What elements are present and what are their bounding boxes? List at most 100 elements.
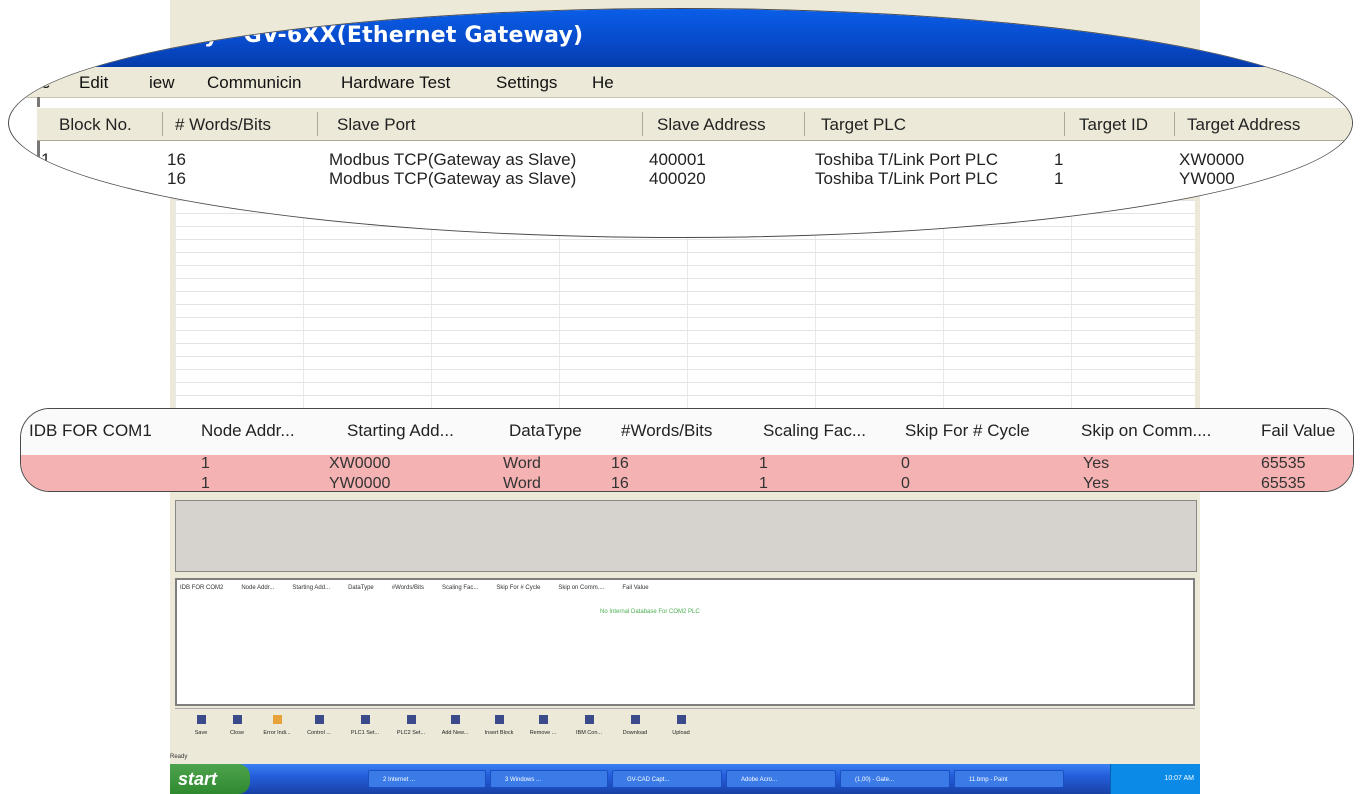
col-idb-for-com1[interactable]: IDB FOR COM1: [29, 421, 152, 441]
cell-target-id[interactable]: 1: [1054, 150, 1063, 170]
close-button[interactable]: Close: [215, 713, 259, 749]
menu-hardware-test[interactable]: Hardware Test: [341, 73, 450, 93]
cell-scaling[interactable]: 1: [759, 455, 768, 473]
col-fail-value[interactable]: Fail Value: [1261, 421, 1335, 441]
com2-col[interactable]: Node Addr...: [241, 585, 274, 599]
cell-words[interactable]: 16: [611, 475, 629, 491]
col-target-address[interactable]: Target Address: [1187, 115, 1300, 135]
cell-slave-address[interactable]: 400020: [649, 169, 706, 189]
control-button[interactable]: Control ...: [297, 713, 341, 749]
col-skip-on-comm[interactable]: Skip on Comm....: [1081, 421, 1211, 441]
insert-block-button[interactable]: Insert Block: [477, 713, 521, 749]
cell-scaling[interactable]: 1: [759, 475, 768, 491]
cell-fail[interactable]: 65535: [1261, 475, 1306, 491]
zoom-ellipse-block-table: eway - GV-6XX(Ethernet Gateway) e Edit i…: [8, 8, 1353, 238]
cell-target-address[interactable]: XW0000: [1179, 150, 1244, 170]
col-node-address[interactable]: Node Addr...: [201, 421, 295, 441]
col-slave-port[interactable]: Slave Port: [337, 115, 415, 135]
col-datatype[interactable]: DataType: [509, 421, 582, 441]
menu-settings[interactable]: Settings: [496, 73, 557, 93]
menu-communication[interactable]: Communicin: [207, 73, 301, 93]
com2-col[interactable]: DataType: [348, 585, 374, 599]
wrench-icon: [314, 715, 324, 724]
remove-button[interactable]: Remove ...: [521, 713, 565, 749]
cell-block-no[interactable]: 1: [41, 150, 50, 170]
com2-col[interactable]: Skip For # Cycle: [496, 585, 540, 599]
cell-target-id[interactable]: 1: [1054, 169, 1063, 189]
cell-skip[interactable]: 0: [901, 475, 910, 491]
menu-edit[interactable]: Edit: [79, 73, 108, 93]
zoom-box-idb-table: IDB FOR COM1 Node Addr... Starting Add..…: [20, 408, 1354, 492]
col-scaling-factor[interactable]: Scaling Fac...: [763, 421, 866, 441]
taskbar-item[interactable]: 2 Internet ...: [368, 770, 486, 788]
taskbar-item[interactable]: (1,00) - Gate...: [840, 770, 950, 788]
cell-words[interactable]: 16: [167, 150, 186, 170]
col-words-bits[interactable]: # Words/Bits: [175, 115, 271, 135]
insert-icon: [494, 715, 504, 724]
cell-target-plc[interactable]: Toshiba T/Link Port PLC: [815, 169, 998, 189]
com2-empty-message: No Internal Database For COM2 PLC: [600, 609, 700, 615]
col-target-id[interactable]: Target ID: [1079, 115, 1148, 135]
menu-file[interactable]: e: [41, 73, 50, 93]
idb-grid-empty-area: [175, 500, 1197, 572]
warning-icon: [272, 715, 282, 724]
cell-words[interactable]: 16: [611, 455, 629, 473]
col-block-no[interactable]: Block No.: [59, 115, 132, 135]
menu-help[interactable]: He: [592, 73, 614, 93]
cell-target-address[interactable]: YW000: [1179, 169, 1235, 189]
taskbar-item[interactable]: 3 Windows ...: [490, 770, 608, 788]
cell-skip[interactable]: 0: [901, 455, 910, 473]
cell-type[interactable]: Word: [503, 475, 541, 491]
plc2-settings-button[interactable]: PLC2 Set...: [389, 713, 433, 749]
com2-col[interactable]: Fail Value: [622, 585, 648, 599]
save-icon: [196, 715, 206, 724]
cell-skip-comm[interactable]: Yes: [1083, 475, 1109, 491]
error-indicator-button[interactable]: Error Indi...: [255, 713, 299, 749]
cell-fail[interactable]: 65535: [1261, 455, 1306, 473]
col-slave-address[interactable]: Slave Address: [657, 115, 766, 135]
upload-button[interactable]: Upload: [659, 713, 703, 749]
plc1-settings-button[interactable]: PLC1 Set...: [343, 713, 387, 749]
add-new-button[interactable]: Add New...: [433, 713, 477, 749]
plc-icon: [406, 715, 416, 724]
col-target-plc[interactable]: Target PLC: [821, 115, 906, 135]
ibm-con-button[interactable]: IBM Con...: [567, 713, 611, 749]
menu-view[interactable]: iew: [149, 73, 175, 93]
download-button[interactable]: Download: [613, 713, 657, 749]
start-button[interactable]: start: [170, 764, 250, 794]
col-words-bits[interactable]: #Words/Bits: [621, 421, 712, 441]
com2-col[interactable]: IDB FOR COM2: [180, 585, 223, 599]
idb-row[interactable]: 1 YW0000 Word 16 1 0 Yes 65535: [21, 475, 1353, 491]
remove-icon: [538, 715, 548, 724]
cell-target-plc[interactable]: Toshiba T/Link Port PLC: [815, 150, 998, 170]
toolbar: Save Close Error Indi... Control ... PLC…: [175, 708, 1195, 753]
cell-start[interactable]: XW0000: [329, 455, 390, 473]
plc-icon: [360, 715, 370, 724]
idb-row[interactable]: 1 XW0000 Word 16 1 0 Yes 65535: [21, 455, 1353, 475]
col-starting-address[interactable]: Starting Add...: [347, 421, 454, 441]
cell-words[interactable]: 16: [167, 169, 186, 189]
cell-slave-port[interactable]: Modbus TCP(Gateway as Slave): [329, 169, 576, 189]
cell-node[interactable]: 1: [201, 475, 210, 491]
upload-icon: [676, 715, 686, 724]
ibm-icon: [584, 715, 594, 724]
cell-skip-comm[interactable]: Yes: [1083, 455, 1109, 473]
com2-col[interactable]: Skip on Comm....: [558, 585, 604, 599]
idb-table-header: IDB FOR COM1 Node Addr... Starting Add..…: [21, 409, 1353, 456]
add-row-icon: [450, 715, 460, 724]
menu-bar: e Edit iew Communicin Hardware Test Sett…: [9, 67, 1352, 98]
cell-slave-port[interactable]: Modbus TCP(Gateway as Slave): [329, 150, 576, 170]
col-skip-cycle[interactable]: Skip For # Cycle: [905, 421, 1030, 441]
taskbar-item[interactable]: 11.bmp - Paint: [954, 770, 1064, 788]
system-tray-clock: 10:07 AM: [1110, 764, 1200, 794]
taskbar-item[interactable]: GV-CAD Capt...: [612, 770, 722, 788]
cell-node[interactable]: 1: [201, 455, 210, 473]
cell-start[interactable]: YW0000: [329, 475, 390, 491]
window-title: eway - GV-6XX(Ethernet Gateway): [154, 23, 584, 48]
com2-col[interactable]: Starting Add...: [292, 585, 330, 599]
taskbar-item[interactable]: Adobe Acro...: [726, 770, 836, 788]
cell-slave-address[interactable]: 400001: [649, 150, 706, 170]
com2-col[interactable]: Scaling Fac...: [442, 585, 478, 599]
com2-col[interactable]: #Words/Bits: [392, 585, 424, 599]
cell-type[interactable]: Word: [503, 455, 541, 473]
